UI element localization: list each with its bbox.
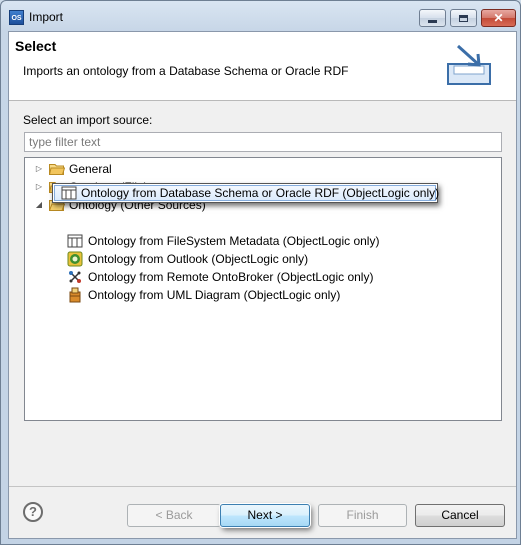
title-bar[interactable]: OS Import ✕ (1, 1, 520, 31)
tree-item-label: Ontology from Outlook (ObjectLogic only) (88, 252, 309, 266)
expand-arrow-icon[interactable]: ▷ (34, 160, 44, 178)
import-source-label: Select an import source: (23, 113, 153, 127)
tree-item-label: Ontology from Database Schema or Oracle … (81, 186, 440, 200)
tree-item-uml-diagram[interactable]: Ontology from UML Diagram (ObjectLogic o… (25, 286, 495, 304)
app-icon: OS (9, 10, 24, 25)
close-button[interactable]: ✕ (481, 9, 516, 27)
import-wizard-icon (447, 44, 491, 85)
tree-item-label: Ontology from UML Diagram (ObjectLogic o… (88, 288, 341, 302)
tree-item-label: Ontology from FileSystem Metadata (Objec… (88, 234, 380, 248)
maximize-button[interactable] (450, 9, 477, 27)
tree-item-row-slot (25, 214, 495, 232)
finish-button[interactable]: Finish (318, 504, 407, 527)
next-button[interactable]: Next > (220, 504, 310, 527)
wizard-banner: Select Imports an ontology from a Databa… (9, 32, 516, 101)
tree-item-label: Ontology from Remote OntoBroker (ObjectL… (88, 270, 374, 284)
import-dialog: OS Import ✕ Select Imports an ontology f… (0, 0, 521, 545)
tree-item-database-schema[interactable]: Ontology from Database Schema or Oracle … (52, 183, 440, 203)
ontobroker-icon (69, 271, 81, 283)
filesystem-icon (67, 234, 83, 248)
maximize-icon (459, 14, 468, 22)
folder-icon (49, 164, 65, 175)
expand-arrow-icon[interactable]: ▷ (34, 178, 44, 196)
tree-item-filesystem-metadata[interactable]: Ontology from FileSystem Metadata (Objec… (25, 232, 495, 250)
uml-icon (69, 287, 81, 303)
back-button[interactable]: < Back (127, 504, 221, 527)
minimize-button[interactable] (419, 9, 446, 27)
page-title: Select (15, 38, 57, 54)
tree-group-general[interactable]: ▷ General (25, 160, 495, 178)
tree-group-label: General (69, 162, 112, 176)
collapse-arrow-icon[interactable]: ◢ (34, 196, 44, 214)
tree-item-remote-ontobroker[interactable]: Ontology from Remote OntoBroker (ObjectL… (25, 268, 495, 286)
database-schema-icon (61, 186, 77, 200)
button-bar-separator (9, 486, 516, 487)
help-button[interactable]: ? (23, 502, 43, 522)
window-title: Import (29, 10, 64, 24)
cancel-button[interactable]: Cancel (415, 504, 505, 527)
minimize-icon (428, 19, 437, 23)
page-description: Imports an ontology from a Database Sche… (23, 64, 349, 78)
close-icon: ✕ (493, 11, 504, 25)
dialog-client-area: Select Imports an ontology from a Databa… (8, 31, 517, 539)
filter-input[interactable] (24, 132, 502, 152)
tree-item-outlook[interactable]: Ontology from Outlook (ObjectLogic only) (25, 250, 495, 268)
outlook-icon (67, 251, 83, 267)
